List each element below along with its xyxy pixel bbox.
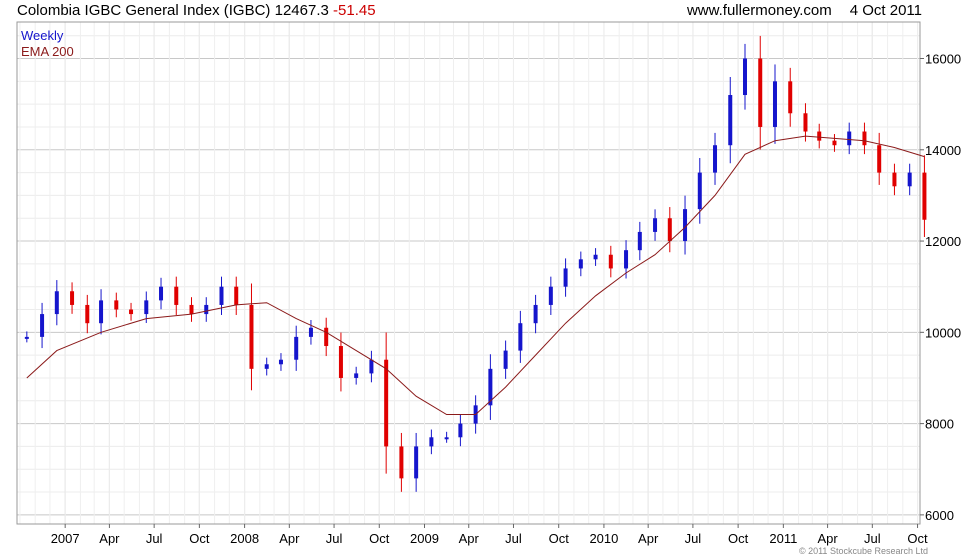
candle-body: [758, 58, 763, 127]
candle-body: [922, 172, 927, 220]
candle-body: [518, 323, 523, 351]
candle-body: [249, 304, 254, 369]
candle-body: [338, 346, 343, 378]
candle-body: [264, 364, 269, 369]
x-tick-label: Jul: [505, 531, 522, 546]
legend-weekly: Weekly: [21, 28, 64, 43]
candle-body: [907, 172, 912, 187]
x-tick-label: Oct: [369, 531, 390, 546]
ema-200-line: [26, 135, 925, 415]
candle-body: [129, 309, 134, 315]
candle-body: [624, 250, 629, 269]
candle-body: [533, 304, 538, 324]
candle-body: [892, 172, 897, 187]
y-tick-label: 14000: [925, 143, 961, 158]
x-tick-label: Jul: [146, 531, 163, 546]
x-tick-label: 2009: [410, 531, 439, 546]
legend: Weekly EMA 200: [21, 28, 74, 59]
x-tick-label: 2011: [769, 531, 797, 546]
candle-body: [85, 304, 90, 324]
x-tick-label: Jul: [326, 531, 343, 546]
candle-body: [847, 131, 852, 146]
candle-body: [458, 423, 463, 438]
candle-body: [144, 300, 149, 315]
x-tick-label: Jul: [685, 531, 702, 546]
candle-body: [399, 446, 404, 479]
y-axis: 6000 8000 10000 12000 14000 16000: [920, 52, 961, 523]
y-tick-label: 16000: [925, 52, 961, 67]
candle-body: [308, 327, 313, 337]
candle-body: [563, 268, 568, 287]
candle-body: [219, 286, 224, 305]
candle-body: [174, 286, 179, 305]
candle-body: [637, 231, 642, 251]
x-tick-label: Oct: [189, 531, 210, 546]
y-tick-label: 6000: [925, 508, 954, 523]
candle-body: [713, 145, 718, 173]
candle-body: [204, 304, 209, 315]
candle-body: [578, 259, 583, 269]
candle-body: [114, 300, 119, 310]
candle-body: [54, 291, 59, 315]
y-tick-label: 10000: [925, 325, 961, 340]
candle-body: [832, 140, 837, 146]
candle-body: [667, 218, 672, 242]
x-tick-label: Oct: [549, 531, 570, 546]
x-tick-label: Oct: [728, 531, 749, 546]
legend-ema-200: EMA 200: [21, 44, 74, 59]
x-tick-label: 2008: [230, 531, 259, 546]
grid: [17, 22, 920, 524]
candle-body: [40, 314, 45, 337]
x-tick-label: Apr: [817, 531, 838, 546]
candle-body: [788, 81, 793, 114]
candle-body: [234, 286, 239, 305]
candle-body: [189, 304, 194, 315]
candle-body: [444, 437, 449, 440]
candle-body: [503, 350, 508, 369]
candle-body: [354, 373, 359, 378]
x-tick-label: 2007: [51, 531, 80, 546]
candle-body: [608, 254, 613, 269]
candle-body: [817, 131, 822, 141]
x-tick-label: Apr: [459, 531, 480, 546]
candle-body: [369, 359, 374, 374]
candle-body: [294, 336, 299, 360]
x-tick-label: Oct: [907, 531, 928, 546]
candle-body: [414, 446, 419, 479]
x-tick-label: 2010: [589, 531, 618, 546]
candle-body: [743, 58, 748, 96]
candle-body: [653, 218, 658, 232]
x-tick-label: Apr: [638, 531, 659, 546]
x-tick-label: Jul: [864, 531, 881, 546]
candle-body: [772, 81, 777, 127]
candle-body: [278, 359, 283, 365]
candle-body: [384, 359, 389, 447]
candle-body: [697, 172, 702, 210]
price-chart: 6000 8000 10000 12000 14000 16000 2007 Apr Jul O…: [16, 21, 961, 556]
candle-body: [862, 131, 867, 146]
candle-body: [548, 286, 553, 305]
copyright: © 2011 Stockcube Research Ltd: [799, 546, 928, 556]
y-tick-label: 8000: [925, 417, 954, 432]
candle-body: [683, 209, 688, 242]
candle-body: [803, 113, 808, 132]
x-tick-label: Apr: [279, 531, 300, 546]
candle-body: [877, 145, 882, 173]
candle-body: [593, 254, 598, 260]
candle-body: [24, 336, 29, 339]
candle-body: [429, 437, 434, 447]
x-tick-label: Apr: [99, 531, 120, 546]
y-tick-label: 12000: [925, 234, 961, 249]
candle-body: [99, 300, 104, 324]
candle-body: [728, 95, 733, 146]
candle-body: [70, 291, 75, 305]
candle-body: [159, 286, 164, 301]
x-axis: 2007 Apr Jul Oct 2008 Apr Jul Oct 2009 Apr Jul Oct 2…: [51, 524, 928, 546]
candle-body: [324, 327, 329, 347]
